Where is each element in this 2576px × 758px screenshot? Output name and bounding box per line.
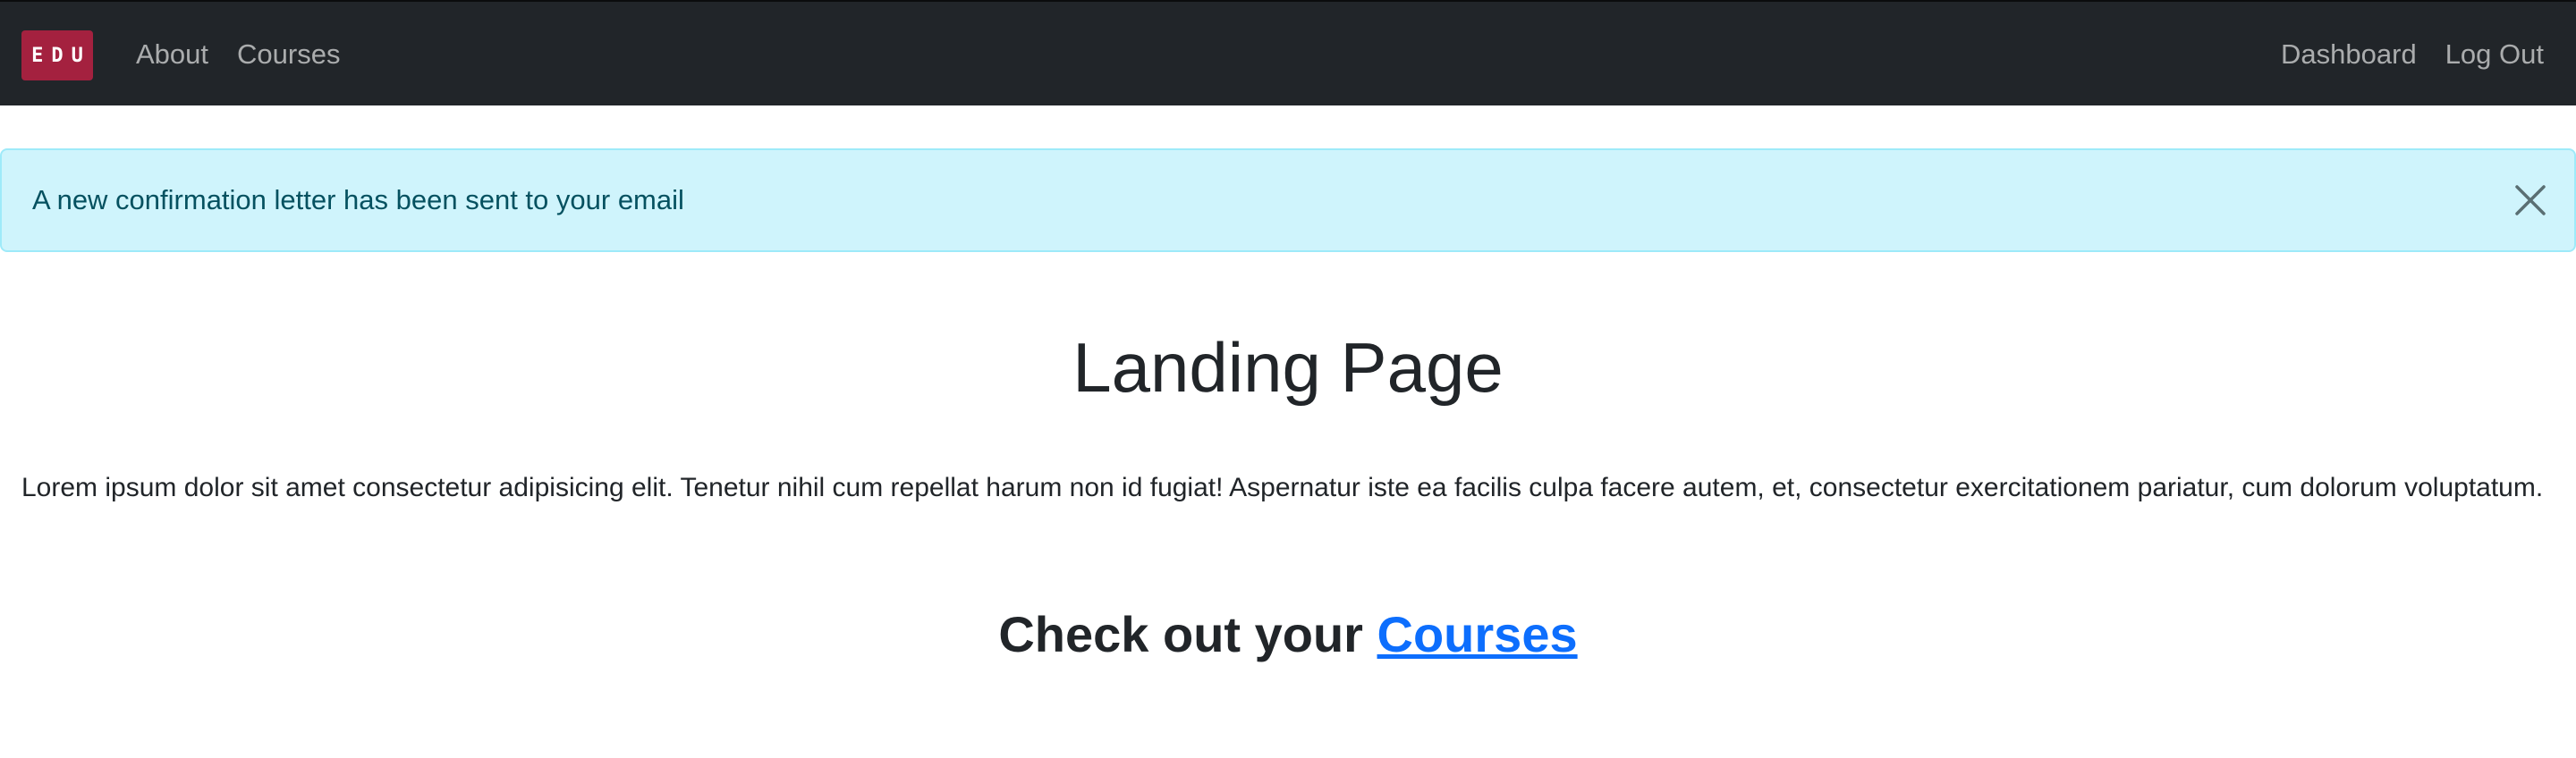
nav-left-links: About Courses <box>136 2 340 107</box>
alert-message: A new confirmation letter has been sent … <box>32 184 684 215</box>
top-navbar: EDU About Courses Dashboard Log Out <box>0 0 2576 105</box>
courses-callout: Check out your Courses <box>0 599 2576 670</box>
brand-logo[interactable]: EDU <box>21 30 93 80</box>
courses-link[interactable]: Courses <box>1377 606 1578 662</box>
nav-link-about[interactable]: About <box>136 38 208 71</box>
page-title: Landing Page <box>1072 328 1504 407</box>
confirmation-alert: A new confirmation letter has been sent … <box>0 148 2576 252</box>
close-icon-graphic <box>2515 185 2546 215</box>
intro-paragraph: Lorem ipsum dolor sit amet consectetur a… <box>21 473 2544 502</box>
close-icon[interactable] <box>2513 183 2547 217</box>
callout-text: Check out your <box>998 606 1377 662</box>
nav-link-logout[interactable]: Log Out <box>2445 38 2544 71</box>
nav-right-links: Dashboard Log Out <box>2281 2 2544 107</box>
nav-link-dashboard[interactable]: Dashboard <box>2281 38 2417 71</box>
nav-link-courses[interactable]: Courses <box>237 38 340 71</box>
